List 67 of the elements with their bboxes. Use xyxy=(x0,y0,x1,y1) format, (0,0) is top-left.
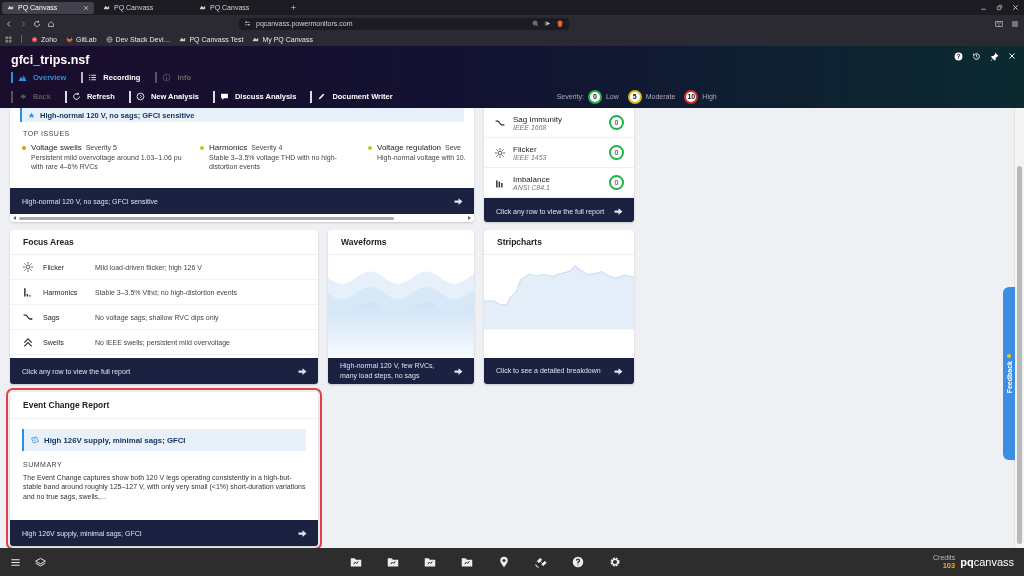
circle-chevron-icon xyxy=(135,92,145,101)
step-line-icon xyxy=(23,312,33,322)
fox-favicon-icon xyxy=(65,35,73,43)
pin-icon[interactable] xyxy=(990,52,999,61)
card-title: Stripcharts xyxy=(484,230,634,255)
history-icon[interactable] xyxy=(972,52,981,61)
brand-logo: pqcanvass xyxy=(960,556,1014,568)
card-title: Waveforms xyxy=(328,230,474,255)
arrow-right-icon xyxy=(454,366,463,376)
folder-icon[interactable] xyxy=(461,556,473,568)
card-title: Focus Areas xyxy=(10,230,318,255)
help-icon[interactable] xyxy=(572,556,584,568)
scroll-right-icon[interactable] xyxy=(467,216,471,220)
menu-icon[interactable] xyxy=(10,556,21,568)
pq-favicon-icon xyxy=(179,35,187,43)
sidebar-icon[interactable] xyxy=(995,19,1003,28)
arrow-right-icon xyxy=(614,206,623,216)
reload-icon[interactable] xyxy=(33,19,41,28)
sun-icon xyxy=(495,147,505,158)
arrow-right-icon xyxy=(298,528,307,538)
folder-icon[interactable] xyxy=(424,556,436,568)
sun-icon xyxy=(23,262,33,272)
list-icon xyxy=(88,73,98,82)
standard-name: Sag Immunity xyxy=(513,114,563,124)
satellite-icon[interactable] xyxy=(535,556,547,568)
refresh-icon xyxy=(71,92,81,101)
double-chevron-up-icon xyxy=(23,337,33,347)
apps-grid-icon[interactable] xyxy=(5,35,12,43)
vertical-scrollbar[interactable] xyxy=(1014,108,1024,548)
pq-favicon-icon xyxy=(199,4,206,11)
shield-icon[interactable] xyxy=(556,19,564,28)
pencil-icon xyxy=(317,92,327,101)
scroll-left-icon[interactable] xyxy=(13,216,17,220)
site-settings-icon[interactable] xyxy=(244,20,251,27)
back-icon[interactable] xyxy=(5,19,13,28)
globe-icon xyxy=(105,35,113,43)
new-tab-icon[interactable] xyxy=(290,4,297,11)
card-title: Event Change Report xyxy=(10,392,318,419)
zoho-favicon-icon xyxy=(31,35,38,43)
star-icon xyxy=(28,111,35,119)
ticket-icon xyxy=(31,436,39,444)
pq-favicon-icon xyxy=(103,4,110,11)
info-icon xyxy=(162,73,172,82)
pq-favicon-icon xyxy=(252,35,260,43)
layers-icon[interactable] xyxy=(35,556,46,568)
arrow-left-icon xyxy=(18,92,27,101)
home-icon[interactable] xyxy=(47,19,55,28)
folder-icon[interactable] xyxy=(350,556,362,568)
document-title: gfci_trips.nsf xyxy=(11,52,90,69)
standard-name: Flicker xyxy=(513,144,538,154)
zoom-icon[interactable] xyxy=(532,20,539,27)
mountain-chart-icon xyxy=(18,73,27,82)
step-line-icon xyxy=(495,117,505,128)
bar-chart-icon xyxy=(23,287,33,297)
arrow-right-icon xyxy=(298,366,307,376)
speech-bubble-icon xyxy=(219,92,229,101)
restore-icon[interactable] xyxy=(996,4,1003,11)
close-icon[interactable] xyxy=(1012,4,1019,11)
map-pin-icon[interactable] xyxy=(498,556,510,568)
help-icon[interactable] xyxy=(954,52,963,61)
folder-icon[interactable] xyxy=(387,556,399,568)
arrow-right-icon xyxy=(614,366,623,376)
reader-icon[interactable] xyxy=(544,20,551,27)
pq-favicon-icon xyxy=(7,4,14,11)
settings-icon[interactable] xyxy=(609,556,621,568)
arrow-right-icon xyxy=(454,196,463,206)
standard-name: Imbalance xyxy=(513,174,551,184)
